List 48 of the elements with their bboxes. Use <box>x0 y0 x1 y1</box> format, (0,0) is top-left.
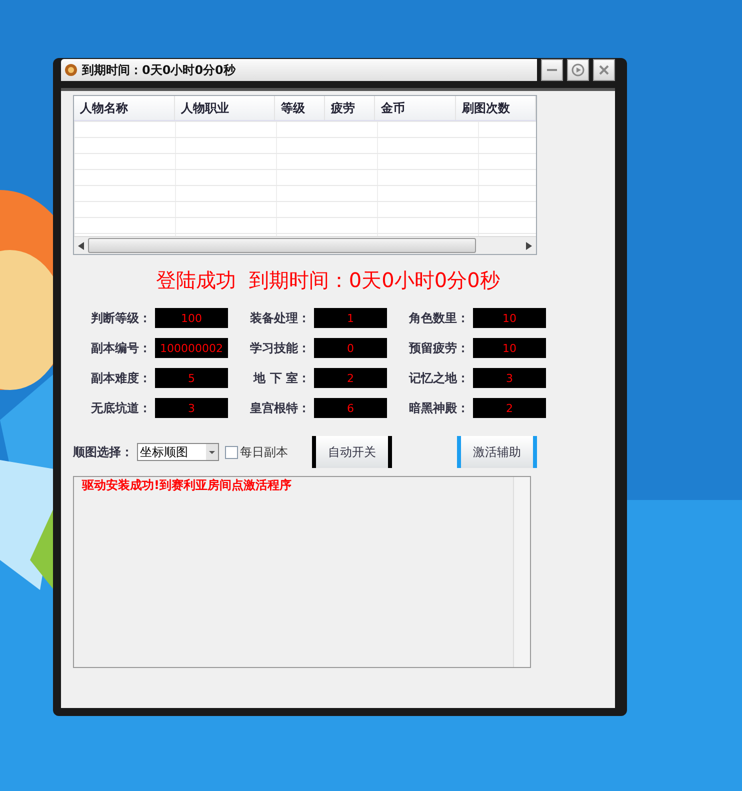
dropdown-icon <box>206 444 218 460</box>
field-label: 预留疲劳： <box>409 340 469 356</box>
route-label: 顺图选择： <box>73 444 133 460</box>
column-header[interactable]: 刷图次数 <box>456 96 536 120</box>
column-header[interactable]: 等级 <box>275 96 325 120</box>
close-icon <box>598 64 610 76</box>
value-display: 2 <box>314 368 387 388</box>
column-header[interactable]: 金币 <box>375 96 456 120</box>
settings-button[interactable] <box>567 59 589 81</box>
value-display: 3 <box>473 368 546 388</box>
field-label: 角色数里： <box>409 310 469 326</box>
field-label: 副本难度： <box>91 370 151 386</box>
app-icon <box>64 63 78 77</box>
field-label: 皇宫根特： <box>250 400 310 416</box>
daily-checkbox[interactable]: 每日副本 <box>225 444 288 460</box>
window-title: 到期时间：0天0小时0分0秒 <box>82 62 236 78</box>
field-label: 暗黑神殿： <box>409 400 469 416</box>
field-label: 判断等级： <box>91 310 151 326</box>
close-button[interactable] <box>593 59 615 81</box>
activate-button[interactable]: 激活辅助 <box>457 436 537 468</box>
status-message: 登陆成功 到期时间：0天0小时0分0秒 <box>155 267 501 294</box>
value-display: 1 <box>314 308 387 328</box>
field-label: 学习技能： <box>250 340 310 356</box>
value-display: 3 <box>155 398 228 418</box>
field-label: 记忆之地： <box>409 370 469 386</box>
play-circle-icon <box>571 63 585 77</box>
value-display: 10 <box>473 338 546 358</box>
value-display: 10 <box>473 308 546 328</box>
value-display: 2 <box>473 398 546 418</box>
scroll-thumb[interactable] <box>88 238 476 253</box>
value-display: 6 <box>314 398 387 418</box>
field-label: 装备处理： <box>250 310 310 326</box>
minimize-button[interactable] <box>541 59 563 81</box>
value-display: 5 <box>155 368 228 388</box>
column-header[interactable]: 疲劳 <box>325 96 375 120</box>
scroll-right-icon <box>526 242 532 250</box>
column-header[interactable]: 人物职业 <box>175 96 275 120</box>
log-line: 驱动安装成功!到赛利亚房间点激活程序 <box>82 477 292 494</box>
value-display: 0 <box>314 338 387 358</box>
value-display: 100000002 <box>155 338 228 358</box>
field-label: 副本编号： <box>91 340 151 356</box>
value-display: 100 <box>155 308 228 328</box>
column-header[interactable]: 人物名称 <box>74 96 175 120</box>
route-select[interactable]: 坐标顺图 <box>137 443 219 461</box>
auto-toggle-button[interactable]: 自动开关 <box>312 436 392 468</box>
field-label: 地 下 室： <box>254 370 310 386</box>
field-label: 无底坑道： <box>91 400 151 416</box>
scroll-left-icon <box>78 242 84 250</box>
